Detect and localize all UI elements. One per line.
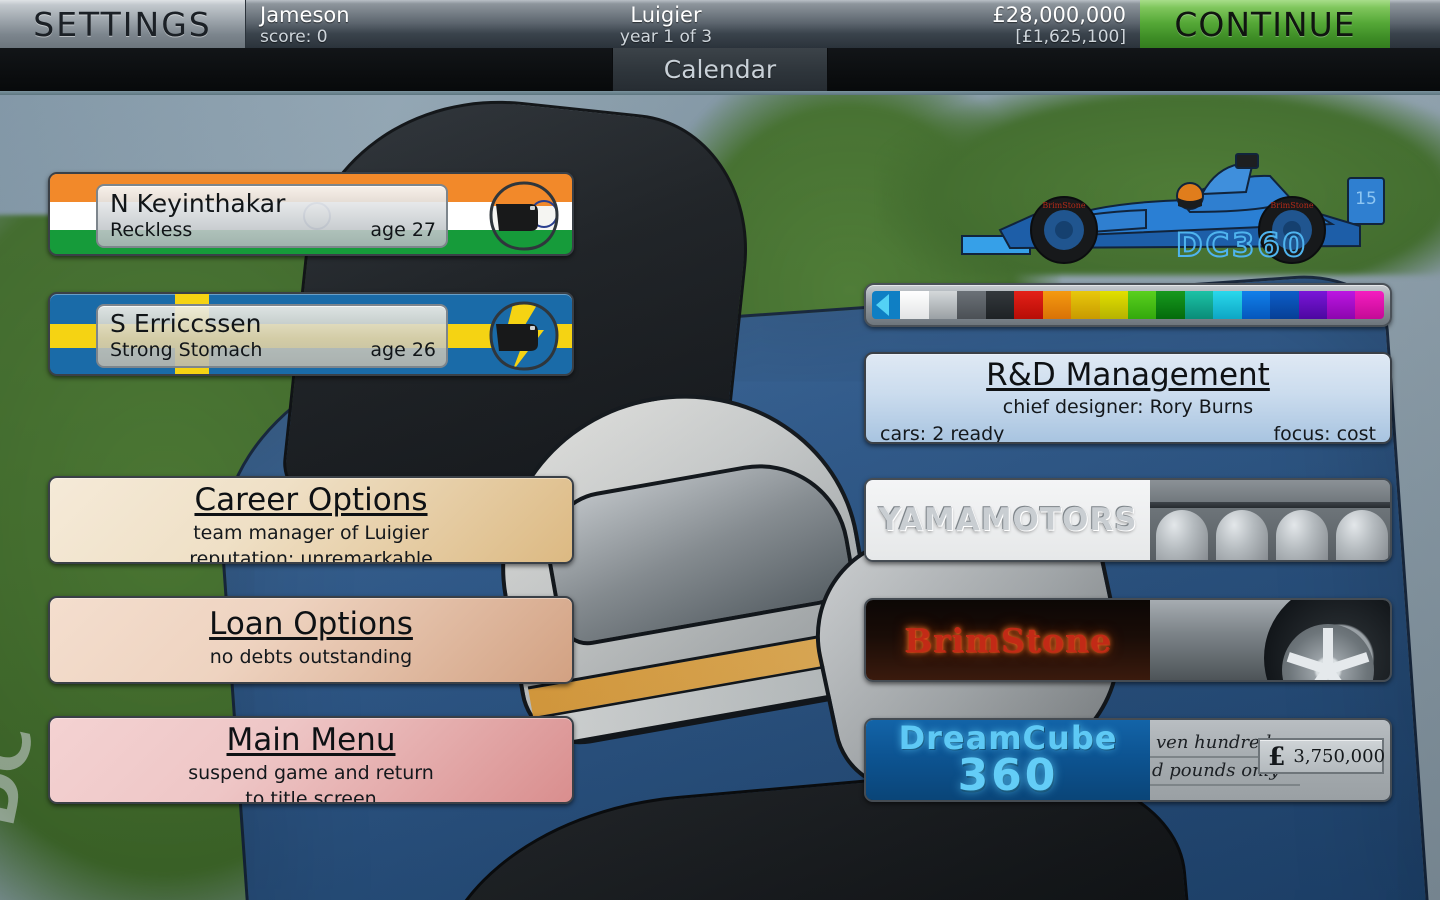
team-info: Luigier year 1 of 3 xyxy=(496,0,836,48)
tyre-supplier-logo: BrimStone xyxy=(866,600,1150,680)
palette-swatch-0[interactable] xyxy=(872,291,901,319)
palette-swatch-7[interactable] xyxy=(1071,291,1100,319)
cheque-amount-value: 3,750,000 xyxy=(1293,745,1386,767)
career-options-panel[interactable]: Career Options team manager of Luigier r… xyxy=(48,476,574,564)
palette-swatch-2[interactable] xyxy=(928,291,958,319)
palette-swatch-8[interactable] xyxy=(1099,291,1128,319)
driver-name: S Erriccssen xyxy=(110,309,262,338)
driver-name: N Keyinthakar xyxy=(110,189,286,218)
palette-swatch-3[interactable] xyxy=(957,291,986,319)
engine-supplier-logo: YAMAMOTORS xyxy=(866,480,1150,560)
career-options-line-1: team manager of Luigier xyxy=(193,522,429,544)
tyre-supplier-panel[interactable]: BrimStone xyxy=(864,598,1392,682)
palette-swatch-4[interactable] xyxy=(985,291,1015,319)
tab-strip: Calendar xyxy=(0,48,1440,95)
tab-calendar-label: Calendar xyxy=(663,55,777,84)
car-number: 15 xyxy=(1355,189,1377,209)
rnd-management-panel[interactable]: R&D Management chief designer: Rory Burn… xyxy=(864,352,1392,444)
driver-helmet-icon xyxy=(489,181,559,251)
loan-options-line-1: no debts outstanding xyxy=(209,646,413,668)
svg-text:BrimStone: BrimStone xyxy=(1270,201,1314,210)
rnd-title: R&D Management xyxy=(986,357,1270,393)
career-options-title: Career Options xyxy=(194,482,428,518)
palette-swatch-9[interactable] xyxy=(1127,291,1157,319)
driver-helmet-icon xyxy=(489,301,559,371)
engine-supplier-name: YAMAMOTORS xyxy=(878,502,1138,538)
engine-supplier-panel[interactable]: YAMAMOTORS xyxy=(864,478,1392,562)
loan-options-title: Loan Options xyxy=(209,606,413,642)
main-menu-title: Main Menu xyxy=(226,722,396,758)
palette-swatch-13[interactable] xyxy=(1241,291,1271,319)
palette-swatch-6[interactable] xyxy=(1042,291,1072,319)
palette-swatch-14[interactable] xyxy=(1270,291,1299,319)
title-sponsor-panel[interactable]: DreamCube 360 ven hundred d pounds only … xyxy=(864,718,1392,802)
top-bar: SETTINGS Jameson score: 0 Luigier year 1… xyxy=(0,0,1440,48)
cheque-currency-symbol: £ xyxy=(1268,741,1286,771)
team-budget: £28,000,000 xyxy=(992,2,1126,27)
finance-info: £28,000,000 [£1,625,100] xyxy=(836,0,1140,48)
main-menu-panel[interactable]: Main Menu suspend game and return to tit… xyxy=(48,716,574,804)
engine-artwork xyxy=(1150,480,1390,560)
livery-colour-palette[interactable] xyxy=(864,283,1392,327)
settings-button-label: SETTINGS xyxy=(33,4,212,44)
rnd-focus-status: focus: cost xyxy=(1273,423,1376,444)
tab-calendar[interactable]: Calendar xyxy=(612,48,828,91)
settings-button[interactable]: SETTINGS xyxy=(0,0,246,48)
main-menu-line-1: suspend game and return xyxy=(188,762,434,784)
tab-strip-underline xyxy=(0,91,1440,95)
tyre-artwork xyxy=(1150,600,1390,680)
loan-options-panel[interactable]: Loan Options no debts outstanding xyxy=(48,596,574,684)
sponsor-cheque: ven hundred d pounds only £ 3,750,000 xyxy=(1150,720,1390,800)
continue-button-label: CONTINUE xyxy=(1174,4,1356,44)
game-screen: DC SETTINGS Jameson score: 0 Luigier yea… xyxy=(0,0,1440,900)
driver-name-plate: S Erriccssen Strong Stomach age 26 xyxy=(96,304,448,368)
rnd-chief-designer: chief designer: Rory Burns xyxy=(1002,396,1254,418)
car-preview: 15 BrimStone BrimStone DC360 xyxy=(940,150,1400,280)
palette-swatch-12[interactable] xyxy=(1213,291,1242,319)
palette-swatch-1[interactable] xyxy=(900,291,929,319)
driver-name-plate: N Keyinthakar Reckless age 27 xyxy=(96,184,448,248)
title-sponsor-name-line-2: 360 xyxy=(957,750,1059,801)
career-options-line-2: reputation: unremarkable xyxy=(189,548,433,564)
player-score: score: 0 xyxy=(260,26,328,47)
driver-age: age 27 xyxy=(370,219,436,241)
cheque-amount-words-line-1: ven hundred xyxy=(1156,732,1272,753)
svg-text:BrimStone: BrimStone xyxy=(1042,201,1086,210)
title-sponsor-logo: DreamCube 360 xyxy=(866,720,1150,800)
driver-trait: Reckless xyxy=(110,219,193,241)
team-cash: [£1,625,100] xyxy=(1015,26,1126,47)
driver-trait: Strong Stomach xyxy=(110,339,263,361)
driver-card[interactable]: N Keyinthakar Reckless age 27 xyxy=(48,172,574,256)
palette-swatch-15[interactable] xyxy=(1298,291,1327,319)
driver-card[interactable]: S Erriccssen Strong Stomach age 26 xyxy=(48,292,574,376)
tyre-supplier-name: BrimStone xyxy=(904,620,1112,660)
racing-car-illustration: 15 BrimStone BrimStone DC360 xyxy=(961,153,1385,265)
palette-swatch-10[interactable] xyxy=(1156,291,1185,319)
team-year: year 1 of 3 xyxy=(619,26,713,47)
main-menu-line-2: to title screen xyxy=(245,788,377,804)
team-name: Luigier xyxy=(630,2,702,27)
player-info: Jameson score: 0 xyxy=(246,0,496,48)
driver-age: age 26 xyxy=(370,339,436,361)
car-livery-text: DC360 xyxy=(1176,226,1308,264)
palette-swatch-16[interactable] xyxy=(1327,291,1356,319)
continue-button[interactable]: CONTINUE xyxy=(1140,0,1390,48)
rnd-cars-status: cars: 2 ready xyxy=(880,423,1005,444)
player-name: Jameson xyxy=(260,2,350,27)
palette-swatch-11[interactable] xyxy=(1184,291,1214,319)
palette-swatch-5[interactable] xyxy=(1014,291,1043,319)
cheque-amount-box: £ 3,750,000 xyxy=(1258,738,1386,774)
palette-swatch-17[interactable] xyxy=(1355,291,1384,319)
